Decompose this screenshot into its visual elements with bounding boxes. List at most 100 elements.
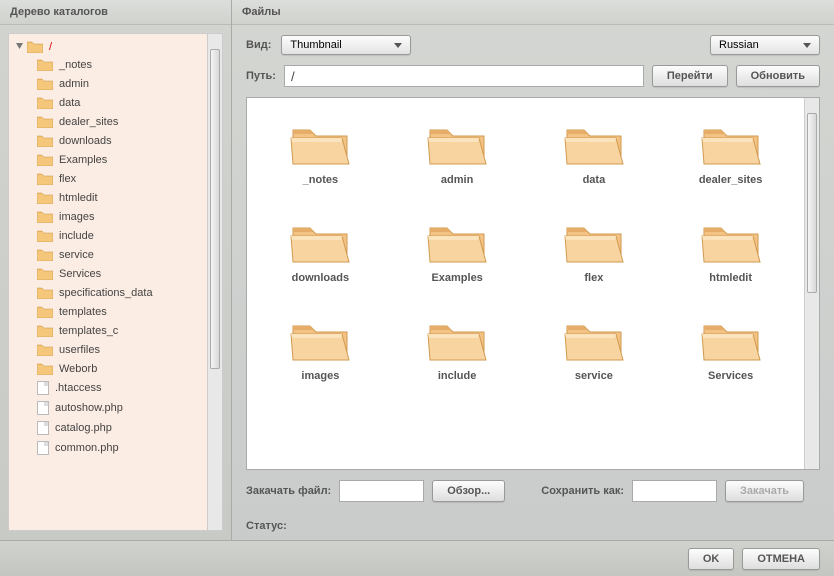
cancel-button[interactable]: ОТМЕНА	[742, 548, 820, 570]
folder-item[interactable]: htmledit	[667, 216, 794, 284]
go-button[interactable]: Перейти	[652, 65, 728, 87]
folder-icon	[37, 267, 53, 280]
upload-file-input[interactable]	[339, 480, 424, 502]
tree-item-label: templates_c	[59, 325, 118, 337]
folder-item-label: flex	[584, 272, 603, 284]
folder-icon	[37, 362, 53, 375]
folder-item[interactable]: downloads	[257, 216, 384, 284]
tree-root-label: /	[49, 41, 52, 53]
tree-item[interactable]: htmledit	[15, 188, 201, 207]
folder-icon	[37, 229, 53, 242]
files-grid[interactable]: _notes admin data dealer_sites downloadsExam…	[247, 98, 804, 469]
tree-item[interactable]: catalog.php	[15, 418, 201, 438]
files-scrollbar[interactable]	[804, 98, 819, 469]
folder-item[interactable]: Services	[667, 314, 794, 382]
folder-icon	[37, 58, 53, 71]
tree-item[interactable]: templates	[15, 302, 201, 321]
folder-item[interactable]: dealer_sites	[667, 118, 794, 186]
folder-icon	[290, 118, 350, 166]
tree-item-label: common.php	[55, 442, 119, 454]
upload-button[interactable]: Закачать	[725, 480, 804, 502]
upload-label: Закачать файл:	[246, 485, 331, 497]
directory-tree[interactable]: / _notesadmin data dealer_sites downloads Ex…	[9, 34, 207, 530]
tree-scrollbar[interactable]	[207, 34, 222, 530]
tree-item[interactable]: data	[15, 93, 201, 112]
folder-icon	[701, 216, 761, 264]
folder-item[interactable]: service	[531, 314, 658, 382]
saveas-input[interactable]	[632, 480, 717, 502]
folder-icon	[37, 153, 53, 166]
folder-icon	[564, 216, 624, 264]
folder-icon	[37, 286, 53, 299]
tree-item-label: .htaccess	[55, 382, 101, 394]
folder-item[interactable]: include	[394, 314, 521, 382]
tree-item[interactable]: templates_c	[15, 321, 201, 340]
view-select[interactable]: Thumbnail	[281, 35, 411, 55]
tree-item[interactable]: flex	[15, 169, 201, 188]
tree-item-label: userfiles	[59, 344, 100, 356]
tree-scroll-thumb[interactable]	[210, 49, 220, 369]
folder-item-label: images	[301, 370, 339, 382]
tree-panel: Дерево каталогов / _notesadmindatadealer…	[0, 0, 232, 540]
folder-item[interactable]: images	[257, 314, 384, 382]
chevron-down-icon	[394, 43, 402, 48]
files-header: Файлы	[232, 0, 834, 25]
tree-item-label: htmledit	[59, 192, 98, 204]
folder-item-label: _notes	[303, 174, 338, 186]
view-select-value: Thumbnail	[290, 39, 341, 51]
folder-item-label: data	[583, 174, 606, 186]
chevron-down-icon	[803, 43, 811, 48]
folder-icon	[37, 248, 53, 261]
folder-item[interactable]: _notes	[257, 118, 384, 186]
path-label: Путь:	[246, 70, 276, 82]
folder-item[interactable]: flex	[531, 216, 658, 284]
folder-item[interactable]: data	[531, 118, 658, 186]
folder-item-label: Services	[708, 370, 753, 382]
tree-item[interactable]: common.php	[15, 438, 201, 458]
folder-item[interactable]: admin	[394, 118, 521, 186]
tree-root-node[interactable]: /	[15, 38, 201, 55]
tree-item[interactable]: admin	[15, 74, 201, 93]
tree-item-label: autoshow.php	[55, 402, 123, 414]
tree-item[interactable]: Weborb	[15, 359, 201, 378]
dialog-footer: OK ОТМЕНА	[0, 540, 834, 576]
folder-icon	[37, 96, 53, 109]
refresh-button[interactable]: Обновить	[736, 65, 820, 87]
tree-item[interactable]: downloads	[15, 131, 201, 150]
tree-item-label: downloads	[59, 135, 112, 147]
tree-item[interactable]: dealer_sites	[15, 112, 201, 131]
tree-item[interactable]: .htaccess	[15, 378, 201, 398]
tree-item-label: service	[59, 249, 94, 261]
tree-item[interactable]: autoshow.php	[15, 398, 201, 418]
folder-icon	[427, 314, 487, 362]
tree-item-label: dealer_sites	[59, 116, 118, 128]
folder-item-label: dealer_sites	[699, 174, 763, 186]
tree-item[interactable]: images	[15, 207, 201, 226]
folder-icon	[701, 314, 761, 362]
folder-icon	[37, 134, 53, 147]
language-select-value: Russian	[719, 39, 759, 51]
files-scroll-thumb[interactable]	[807, 113, 817, 293]
folder-icon	[427, 118, 487, 166]
tree-item[interactable]: specifications_data	[15, 283, 201, 302]
language-select[interactable]: Russian	[710, 35, 820, 55]
ok-button[interactable]: OK	[688, 548, 735, 570]
folder-icon	[427, 216, 487, 264]
tree-item-label: admin	[59, 78, 89, 90]
folder-icon	[37, 210, 53, 223]
tree-item[interactable]: userfiles	[15, 340, 201, 359]
folder-icon	[37, 324, 53, 337]
tree-item[interactable]: include	[15, 226, 201, 245]
browse-button[interactable]: Обзор...	[432, 480, 505, 502]
path-input[interactable]	[284, 65, 644, 87]
tree-item[interactable]: service	[15, 245, 201, 264]
folder-item-label: include	[438, 370, 477, 382]
tree-item-label: include	[59, 230, 94, 242]
folder-item-label: htmledit	[709, 272, 752, 284]
tree-item[interactable]: Examples	[15, 150, 201, 169]
status-label: Статус:	[232, 512, 834, 540]
tree-item[interactable]: _notes	[15, 55, 201, 74]
tree-item[interactable]: Services	[15, 264, 201, 283]
tree-item-label: catalog.php	[55, 422, 112, 434]
folder-item[interactable]: Examples	[394, 216, 521, 284]
